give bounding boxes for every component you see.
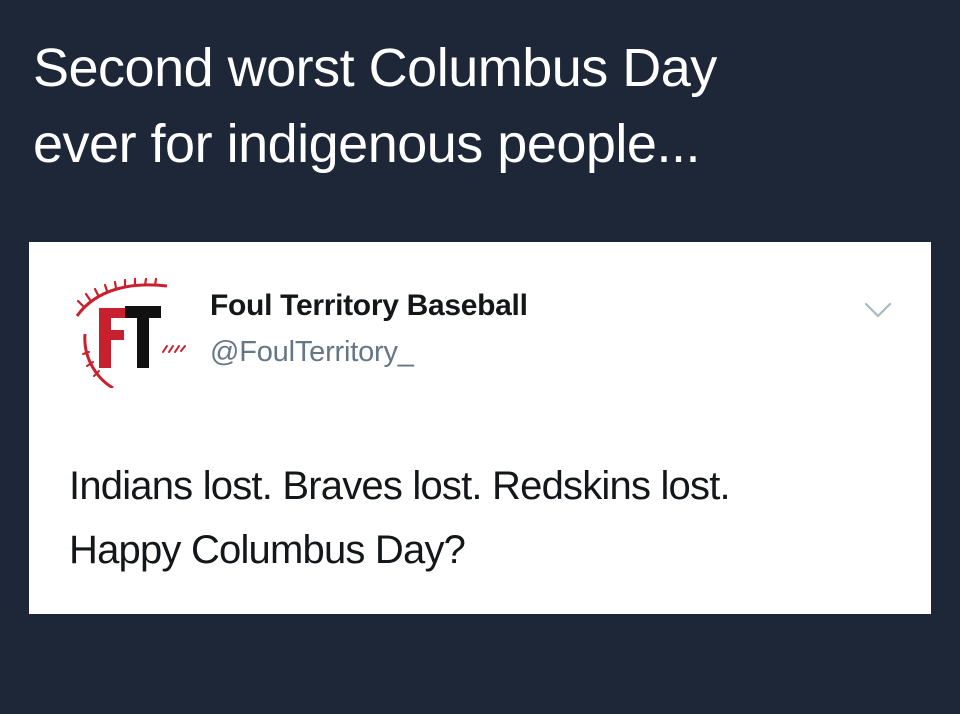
caption-text: Second worst Columbus Day ever for indig… <box>33 30 933 182</box>
embedded-tweet-card[interactable]: Foul Territory Baseball @FoulTerritory_ … <box>29 242 931 614</box>
tweet-text-line-1: Indians lost. Braves lost. Redskins lost… <box>69 464 731 508</box>
caption-line-2: ever for indigenous people... <box>33 114 700 174</box>
tweet-text-line-2: Happy Columbus Day? <box>69 528 466 572</box>
tweet-body: Indians lost. Braves lost. Redskins lost… <box>69 454 909 582</box>
foul-territory-logo[interactable] <box>69 268 189 390</box>
tweet-author-handle[interactable]: @FoulTerritory_ <box>210 336 414 369</box>
caption-line-1: Second worst Columbus Day <box>33 38 717 98</box>
chevron-down-icon[interactable] <box>863 300 893 320</box>
baseball-logo-icon <box>75 277 186 390</box>
tweet-author-name[interactable]: Foul Territory Baseball <box>210 289 528 323</box>
